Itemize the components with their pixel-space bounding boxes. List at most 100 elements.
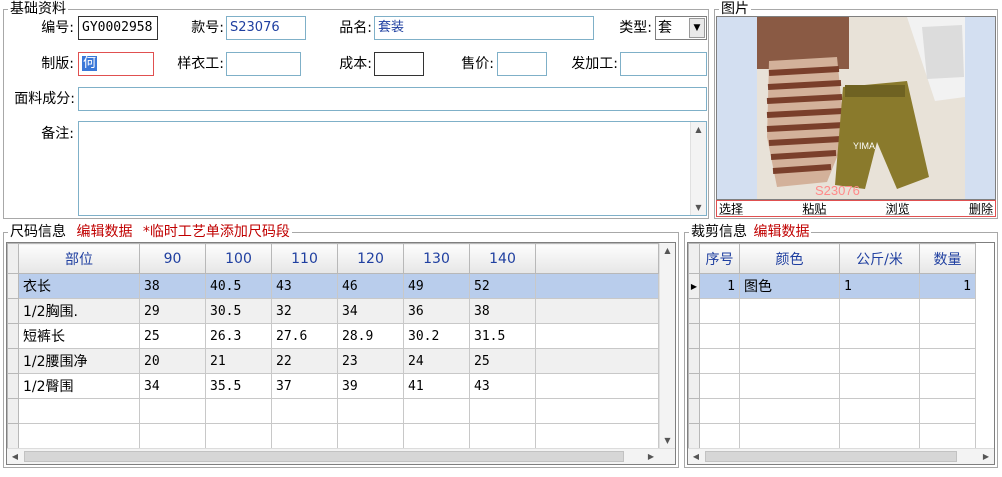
processor-field[interactable] [620, 52, 707, 76]
size-header-100[interactable]: 100 [205, 243, 272, 274]
remark-textarea[interactable]: ▲ ▼ [78, 121, 707, 216]
table-cell[interactable]: 35.5 [205, 373, 272, 399]
product-image-box[interactable]: YIMA S23076 [716, 16, 996, 200]
row-indicator[interactable] [7, 273, 19, 299]
table-cell [535, 323, 659, 349]
remark-scrollbar[interactable]: ▲ ▼ [690, 122, 706, 215]
size-header-110[interactable]: 110 [271, 243, 338, 274]
cut-header-index[interactable]: 序号 [699, 243, 740, 274]
table-cell[interactable]: 25 [139, 323, 206, 349]
row-indicator[interactable] [7, 298, 19, 324]
size-grid[interactable]: 部位 90 100 110 120 130 140 衣长 38 40.5 43 … [6, 242, 676, 465]
table-row[interactable]: 1/2腰围净 20 21 22 23 24 25 [7, 348, 659, 374]
table-row[interactable]: 1/2胸围. 29 30.5 32 34 36 38 [7, 298, 659, 324]
table-cell[interactable]: 38 [469, 298, 536, 324]
cut-header-color[interactable]: 颜色 [739, 243, 840, 274]
table-cell[interactable]: 49 [403, 273, 470, 299]
table-cell[interactable]: 1/2胸围. [18, 298, 140, 324]
size-edit-link[interactable]: 编辑数据 [76, 224, 132, 240]
cut-grid-hscroll-thumb[interactable] [705, 451, 957, 462]
cut-header-kg-m[interactable]: 公斤/米 [839, 243, 920, 274]
size-header-part[interactable]: 部位 [18, 243, 140, 274]
table-cell[interactable]: 25 [469, 348, 536, 374]
table-cell[interactable]: 46 [337, 273, 404, 299]
table-cell[interactable]: 26.3 [205, 323, 272, 349]
style-no-field[interactable]: S23076 [226, 16, 306, 40]
scroll-up-icon[interactable]: ▲ [691, 122, 706, 137]
size-header-140[interactable]: 140 [469, 243, 536, 274]
table-cell[interactable]: 1/2臀围 [18, 373, 140, 399]
size-header-130[interactable]: 130 [403, 243, 470, 274]
table-cell[interactable]: 27.6 [271, 323, 338, 349]
table-cell[interactable]: 40.5 [205, 273, 272, 299]
table-cell[interactable]: 52 [469, 273, 536, 299]
table-cell[interactable]: 29 [139, 298, 206, 324]
scroll-left-icon[interactable]: ◀ [7, 449, 23, 464]
table-cell[interactable]: 20 [139, 348, 206, 374]
table-cell[interactable]: 23 [337, 348, 404, 374]
fabric-field[interactable] [78, 87, 707, 111]
table-cell[interactable]: 30.5 [205, 298, 272, 324]
table-cell[interactable]: 39 [337, 373, 404, 399]
image-select-button[interactable]: 选择 [719, 200, 743, 217]
scroll-left-icon[interactable]: ◀ [688, 449, 704, 464]
table-cell[interactable]: 1 [699, 273, 740, 299]
table-row[interactable]: 衣长 38 40.5 43 46 49 52 [7, 273, 659, 299]
price-field[interactable] [497, 52, 547, 76]
table-cell[interactable]: 短裤长 [18, 323, 140, 349]
image-delete-button[interactable]: 删除 [969, 200, 993, 217]
table-cell[interactable]: 28.9 [337, 323, 404, 349]
scroll-down-icon[interactable]: ▼ [691, 200, 706, 215]
product-name-field[interactable]: 套装 [374, 16, 594, 40]
table-cell[interactable]: 衣长 [18, 273, 140, 299]
cut-grid-hscroll[interactable]: ◀ ▶ [688, 448, 994, 464]
table-cell[interactable]: 41 [403, 373, 470, 399]
table-cell[interactable]: 21 [205, 348, 272, 374]
row-indicator[interactable] [7, 323, 19, 349]
table-cell[interactable]: 43 [469, 373, 536, 399]
table-row[interactable]: 1/2臀围 34 35.5 37 39 41 43 [7, 373, 659, 399]
scroll-right-icon[interactable]: ▶ [978, 449, 994, 464]
size-grid-hscroll-thumb[interactable] [24, 451, 624, 462]
size-grid-hscroll[interactable]: ◀ ▶ [7, 448, 675, 464]
type-select[interactable]: 套 ▼ [655, 16, 707, 40]
size-grid-vscroll[interactable]: ▲ ▼ [659, 243, 675, 448]
table-cell[interactable]: 37 [271, 373, 338, 399]
table-row[interactable]: 短裤长 25 26.3 27.6 28.9 30.2 31.5 [7, 323, 659, 349]
table-cell[interactable]: 1 [839, 273, 920, 299]
product-photo-image: YIMA S23076 [757, 17, 965, 199]
cut-grid[interactable]: 序号 颜色 公斤/米 数量 ▶ 1 图色 1 1 ◀ ▶ [687, 242, 995, 465]
code-field[interactable]: GY0002958 [78, 16, 158, 40]
image-paste-button[interactable]: 粘贴 [802, 200, 826, 217]
size-header-120[interactable]: 120 [337, 243, 404, 274]
price-label: 售价: [461, 56, 494, 72]
image-browse-button[interactable]: 浏览 [886, 200, 910, 217]
table-cell[interactable]: 38 [139, 273, 206, 299]
table-cell[interactable]: 34 [139, 373, 206, 399]
table-cell[interactable]: 36 [403, 298, 470, 324]
table-cell[interactable]: 30.2 [403, 323, 470, 349]
table-cell[interactable]: 43 [271, 273, 338, 299]
scroll-up-icon[interactable]: ▲ [660, 243, 675, 258]
table-row[interactable]: ▶ 1 图色 1 1 [688, 273, 976, 299]
row-indicator[interactable] [7, 348, 19, 374]
cut-header-qty[interactable]: 数量 [919, 243, 976, 274]
scroll-down-icon[interactable]: ▼ [660, 433, 675, 448]
cut-edit-link[interactable]: 编辑数据 [753, 224, 809, 240]
sample-worker-field[interactable] [226, 52, 301, 76]
row-indicator[interactable]: ▶ [688, 273, 700, 299]
table-cell[interactable]: 32 [271, 298, 338, 324]
table-cell[interactable]: 22 [271, 348, 338, 374]
table-cell[interactable]: 1/2腰围净 [18, 348, 140, 374]
chevron-down-icon[interactable]: ▼ [689, 18, 705, 38]
table-cell[interactable]: 图色 [739, 273, 840, 299]
table-cell[interactable]: 24 [403, 348, 470, 374]
scroll-right-icon[interactable]: ▶ [643, 449, 659, 464]
table-cell[interactable]: 31.5 [469, 323, 536, 349]
size-header-90[interactable]: 90 [139, 243, 206, 274]
table-cell[interactable]: 34 [337, 298, 404, 324]
pattern-field[interactable]: 何 [78, 52, 154, 76]
row-indicator[interactable] [7, 373, 19, 399]
table-cell[interactable]: 1 [919, 273, 976, 299]
cost-field[interactable] [374, 52, 424, 76]
